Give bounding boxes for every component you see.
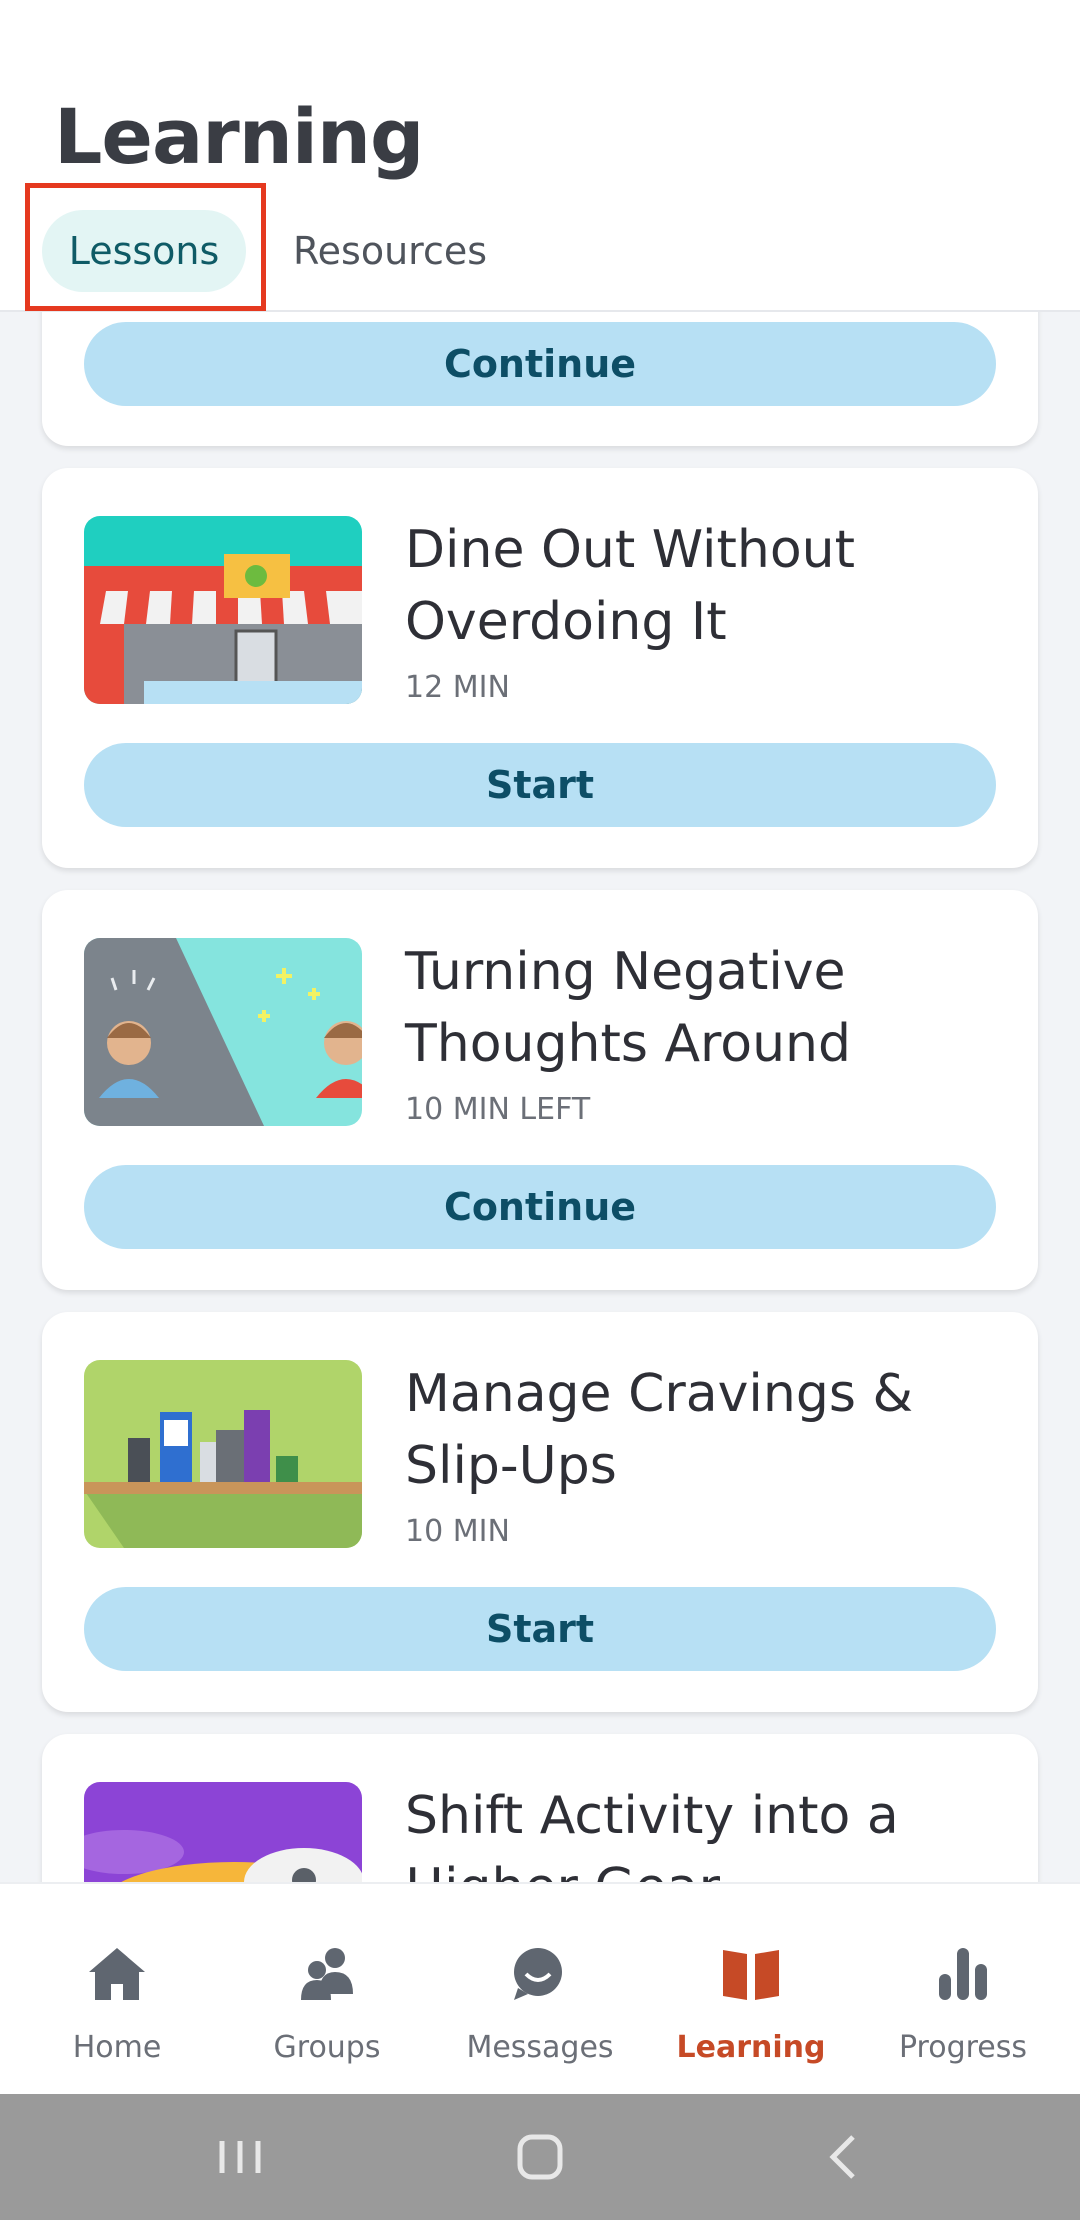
back-icon[interactable] [815, 2127, 875, 2187]
nav-item-groups[interactable]: Groups [219, 1884, 435, 2096]
lesson-title: Turning Negative Thoughts Around [405, 942, 852, 1074]
page-title: Learning [54, 92, 424, 181]
nav-label-home: Home [72, 2030, 162, 2065]
nav-item-progress[interactable]: Progress [855, 1884, 1071, 2096]
negative-thoughts-thumbnail [84, 938, 362, 1126]
lesson-title: Dine Out Without Overdoing It [405, 520, 855, 652]
book-icon [721, 1944, 781, 2004]
nav-item-learning[interactable]: Learning [643, 1884, 859, 2096]
lesson-card[interactable]: Dine Out Without Overdoing It 12 MIN Sta… [42, 468, 1038, 868]
lesson-title: Manage Cravings & Slip-Ups [405, 1364, 913, 1496]
bar-chart-icon [933, 1944, 993, 2004]
highlight-box [25, 183, 266, 311]
lesson-duration: 10 MIN LEFT [405, 1092, 591, 1127]
lesson-list[interactable]: Continue Dine Out Without Overdoing It 1… [0, 312, 1080, 1882]
lesson-card[interactable]: Manage Cravings & Slip-Ups 10 MIN Start [42, 1312, 1038, 1712]
tab-resources[interactable]: Resources [278, 210, 502, 292]
nav-item-messages[interactable]: Messages [432, 1884, 648, 2096]
start-button[interactable]: Start [84, 1587, 996, 1671]
nav-label-progress: Progress [898, 2030, 1028, 2065]
messages-icon [510, 1944, 570, 2004]
groups-icon [297, 1944, 357, 2004]
nav-label-groups: Groups [273, 2030, 381, 2065]
pantry-shelf-thumbnail [84, 1360, 362, 1548]
lesson-card[interactable]: Turning Negative Thoughts Around 10 MIN … [42, 890, 1038, 1290]
system-nav-bar [0, 2094, 1080, 2220]
rocket-thumbnail [84, 1782, 362, 1882]
lesson-title: Shift Activity into a Higher Gear [405, 1786, 899, 1882]
lesson-duration: 12 MIN [405, 670, 510, 705]
lesson-card: Continue [42, 312, 1038, 446]
nav-item-home[interactable]: Home [9, 1884, 225, 2096]
lesson-duration: 10 MIN [405, 1514, 510, 1549]
lesson-card[interactable]: Shift Activity into a Higher Gear [42, 1734, 1038, 1882]
recent-apps-icon[interactable] [210, 2127, 270, 2187]
continue-button[interactable]: Continue [84, 1165, 996, 1249]
nav-label-learning: Learning [676, 2030, 826, 2065]
storefront-thumbnail [84, 516, 362, 704]
nav-label-messages: Messages [466, 2030, 614, 2065]
continue-button[interactable]: Continue [84, 322, 996, 406]
start-button[interactable]: Start [84, 743, 996, 827]
home-icon [87, 1944, 147, 2004]
home-button-icon[interactable] [510, 2127, 570, 2187]
bottom-nav: Home Groups Messages Learning Progress [0, 1882, 1080, 2094]
